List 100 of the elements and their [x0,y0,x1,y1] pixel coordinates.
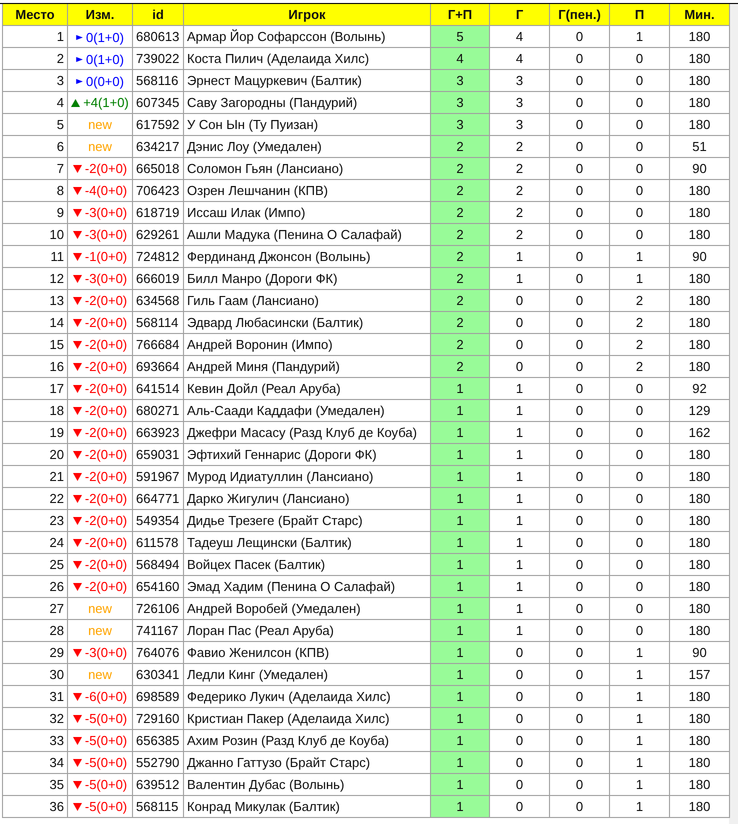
table-cell: 0 [610,180,670,202]
table-cell: 0 [550,642,610,664]
table-cell: 0 [550,554,610,576]
table-cell: Мурод Идиатуллин (Лансиано) [184,466,430,488]
table-cell: 180 [670,510,730,532]
table-cell: 0 [550,202,610,224]
table-cell: 1 [610,642,670,664]
change-value: -3(0+0) [84,227,128,242]
table-cell: 2 [430,334,490,356]
table-cell: 0 [490,686,550,708]
table-cell: 1 [490,378,550,400]
table-cell: Эмад Хадим (Пенина О Салафай) [184,576,430,598]
table-cell: 0 [490,356,550,378]
table-cell: 0 [610,70,670,92]
table-cell: 0 [610,620,670,642]
flag-icon [76,35,84,40]
table-cell: Андрей Воронин (Импо) [184,334,430,356]
table-cell: 726106 [132,598,184,620]
column-header: Г [490,4,550,26]
table-cell: 766684 [132,334,184,356]
table-cell: 1 [430,532,490,554]
table-cell: 2 [430,268,490,290]
table-cell: 1 [610,26,670,48]
table-cell: 741167 [132,620,184,642]
table-cell: 180 [670,180,730,202]
table-cell: 693664 [132,356,184,378]
table-cell: Фавио Женилсон (КПВ) [184,642,430,664]
table-cell: 1 [490,400,550,422]
column-header: Г+П [430,4,490,26]
table-cell: 0 [610,444,670,466]
table-cell: 180 [670,532,730,554]
change-value: -2(0+0) [84,315,128,330]
table-cell: 1 [430,620,490,642]
table-cell: 3 [2,70,68,92]
table-cell: 664771 [132,488,184,510]
table-cell: 180 [670,268,730,290]
table-cell: 0 [550,488,610,510]
table-cell: Кевин Дойл (Реал Аруба) [184,378,430,400]
change-value: -3(0+0) [84,645,128,660]
table-cell: 3 [490,114,550,136]
table-cell: 2 [2,48,68,70]
table-cell: 51 [670,136,730,158]
table-cell: 5 [430,26,490,48]
table-cell: 706423 [132,180,184,202]
table-cell: 5 [2,114,68,136]
table-cell: 19 [2,422,68,444]
table-cell: 9 [2,202,68,224]
column-header: П [610,4,670,26]
table-cell: 180 [670,312,730,334]
table-cell: 0 [610,576,670,598]
table-cell: 180 [670,356,730,378]
table-cell: 0 [490,664,550,686]
table-cell: 0 [550,510,610,532]
table-cell: 0 [550,576,610,598]
column-header: id [132,4,184,26]
table-cell: Эдвард Любасински (Балтик) [184,312,430,334]
table-cell: 180 [670,202,730,224]
table-cell: Войцех Пасек (Балтик) [184,554,430,576]
table-cell: 180 [670,576,730,598]
table-cell: 0 [550,752,610,774]
change-value: -3(0+0) [84,271,128,286]
table-cell: 30 [2,664,68,686]
table-cell: 0 [610,488,670,510]
table-cell: 0 [610,136,670,158]
table-cell: 180 [670,708,730,730]
table-cell: 1 [490,532,550,554]
table-cell: 25 [2,554,68,576]
table-cell: 180 [670,26,730,48]
table-cell: Конрад Микулак (Балтик) [184,796,430,818]
table-cell: 2 [430,290,490,312]
flag-icon [76,79,84,84]
change-value: new [88,601,112,616]
table-cell: 0 [550,400,610,422]
table-cell: 568114 [132,312,184,334]
table-cell: 0 [550,136,610,158]
table-cell: 16 [2,356,68,378]
table-cell: 180 [670,92,730,114]
table-cell: 0 [610,400,670,422]
table-cell: 2 [430,136,490,158]
table-cell: 32 [2,708,68,730]
table-cell: 663923 [132,422,184,444]
table-cell: 0 [490,708,550,730]
table-cell: 2 [430,158,490,180]
table-cell: 0 [550,598,610,620]
table-cell: 15 [2,334,68,356]
down-triangle-icon [72,516,82,525]
table-cell: 0 [550,70,610,92]
table-cell: 1 [610,796,670,818]
table-cell: 665018 [132,158,184,180]
down-triangle-icon [72,428,82,437]
table-cell: Армар Йор Софарссон (Волынь) [184,26,430,48]
down-triangle-icon [72,164,82,173]
down-triangle-icon [72,450,82,459]
table-cell: 180 [670,290,730,312]
table-cell: 2 [430,312,490,334]
table-cell: 1 [430,730,490,752]
table-cell: 180 [670,620,730,642]
table-cell: 92 [670,378,730,400]
table-cell: 2 [430,224,490,246]
table-cell: 0 [490,796,550,818]
